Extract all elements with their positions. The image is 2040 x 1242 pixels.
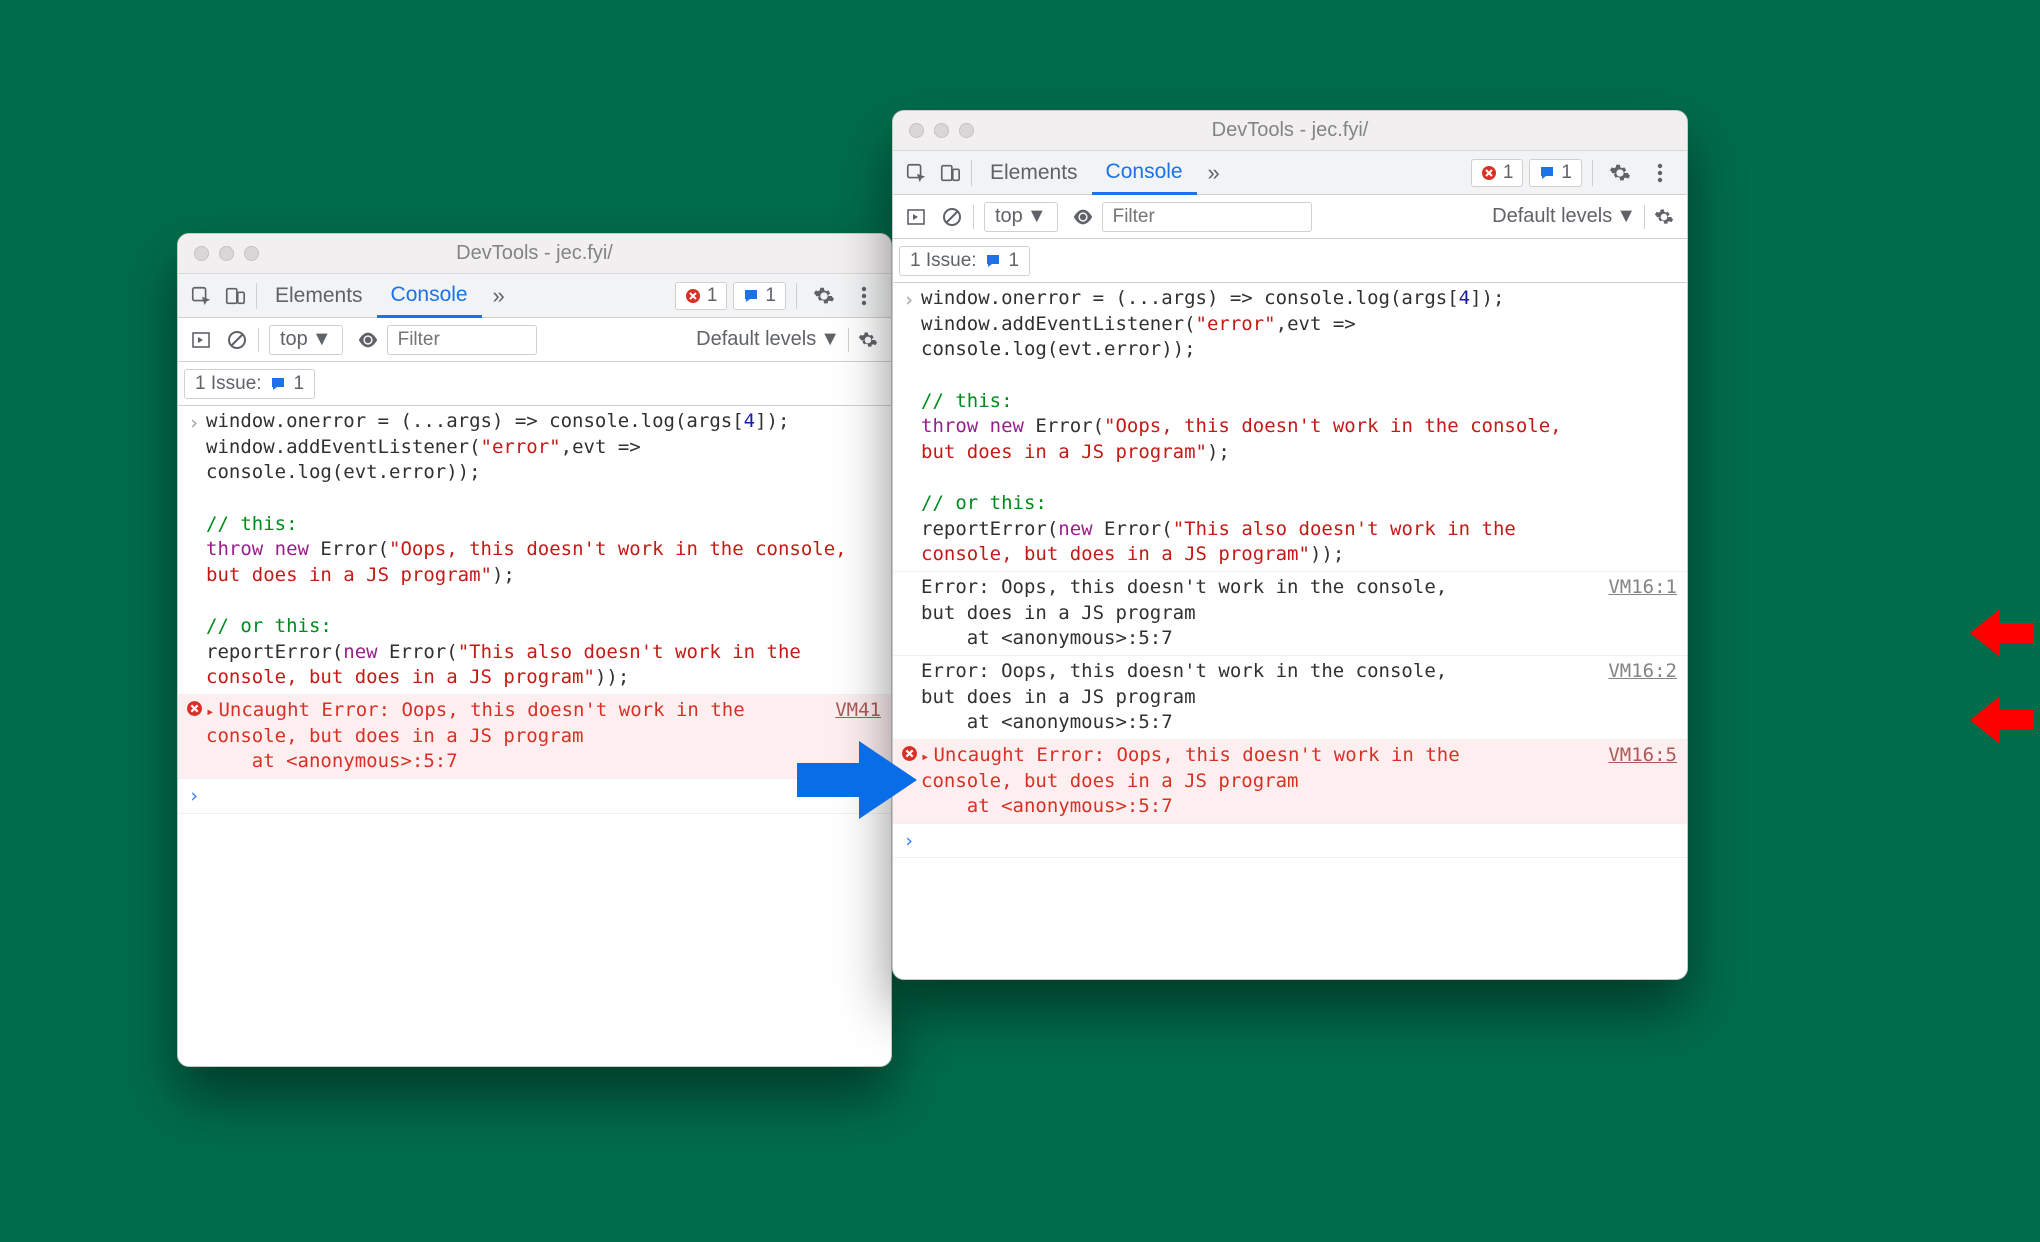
devtools-window-left: DevTools - jec.fyi/ Elements Console » 1… [177, 233, 892, 1067]
arrow-left-icon [1970, 609, 2034, 657]
source-link[interactable]: VM16:2 [1594, 659, 1677, 736]
more-tabs-icon[interactable]: » [1197, 156, 1231, 190]
levels-label: Default levels [696, 328, 816, 351]
error-count-badge[interactable]: 1 [1471, 159, 1524, 187]
gear-icon[interactable] [807, 279, 841, 313]
issues-chip[interactable]: 1 Issue: 1 [184, 369, 315, 399]
chevron-down-icon: ▼ [1027, 205, 1047, 228]
context-label: top [995, 205, 1023, 228]
device-toolbar-icon[interactable] [218, 279, 252, 313]
toggle-sidebar-icon[interactable] [184, 323, 218, 357]
tab-console[interactable]: Console [377, 275, 482, 318]
prompt-icon: › [182, 782, 206, 810]
code-block: window.onerror = (...args) => console.lo… [206, 409, 881, 691]
console-prompt[interactable]: › [178, 779, 891, 814]
traffic-lights[interactable] [893, 123, 974, 138]
issues-chip[interactable]: 1 Issue: 1 [899, 246, 1030, 276]
tab-strip: Elements Console » 1 1 [893, 151, 1687, 195]
console-log-row[interactable]: Error: Oops, this doesn't work in the co… [893, 656, 1687, 740]
traffic-lights[interactable] [178, 246, 259, 261]
console-content[interactable]: › window.onerror = (...args) => console.… [178, 406, 891, 1066]
issues-bar: 1 Issue: 1 [893, 239, 1687, 283]
levels-label: Default levels [1492, 205, 1612, 228]
message-count: 1 [1561, 162, 1572, 184]
error-message: Uncaught Error: Oops, this doesn't work … [921, 743, 1594, 820]
console-entry: › window.onerror = (...args) => console.… [893, 283, 1687, 572]
filter-input[interactable] [387, 325, 537, 355]
filter-input[interactable] [1102, 202, 1312, 232]
message-count: 1 [765, 285, 776, 307]
source-link[interactable]: VM16:1 [1594, 575, 1677, 652]
log-levels-selector[interactable]: Default levels ▼ [1486, 205, 1642, 228]
gear-icon[interactable] [1647, 200, 1681, 234]
live-expression-icon[interactable] [1066, 200, 1100, 234]
gear-icon[interactable] [851, 323, 885, 357]
minimize-icon[interactable] [219, 246, 234, 261]
error-count-badge[interactable]: 1 [675, 282, 728, 310]
issues-count: 1 [294, 373, 305, 395]
issues-count: 1 [1009, 250, 1020, 272]
chevron-down-icon: ▼ [312, 328, 332, 351]
devtools-window-right: DevTools - jec.fyi/ Elements Console » 1… [892, 110, 1688, 980]
clear-console-icon[interactable] [220, 323, 254, 357]
device-toolbar-icon[interactable] [933, 156, 967, 190]
input-marker-icon: › [897, 286, 921, 568]
message-count-badge[interactable]: 1 [733, 282, 786, 310]
close-icon[interactable] [194, 246, 209, 261]
console-filter-bar: top ▼ Default levels ▼ [178, 318, 891, 362]
console-entry: › window.onerror = (...args) => console.… [178, 406, 891, 695]
error-icon [182, 698, 206, 775]
more-tabs-icon[interactable]: » [482, 279, 516, 313]
prompt-icon: › [897, 827, 921, 855]
error-message: Uncaught Error: Oops, this doesn't work … [206, 698, 821, 775]
chevron-down-icon: ▼ [1616, 205, 1636, 228]
live-expression-icon[interactable] [351, 323, 385, 357]
tab-console[interactable]: Console [1092, 152, 1197, 195]
log-message: Error: Oops, this doesn't work in the co… [921, 659, 1594, 736]
zoom-icon[interactable] [244, 246, 259, 261]
error-count: 1 [707, 285, 718, 307]
toggle-sidebar-icon[interactable] [899, 200, 933, 234]
context-selector[interactable]: top ▼ [269, 325, 343, 355]
issues-label: 1 Issue: [195, 373, 262, 395]
source-link[interactable]: VM16:5 [1594, 743, 1677, 820]
tab-elements[interactable]: Elements [261, 274, 377, 317]
console-content[interactable]: › window.onerror = (...args) => console.… [893, 283, 1687, 979]
window-title: DevTools - jec.fyi/ [893, 119, 1687, 142]
code-block: window.onerror = (...args) => console.lo… [921, 286, 1677, 568]
input-marker-icon: › [182, 409, 206, 691]
console-log-row[interactable]: Error: Oops, this doesn't work in the co… [893, 572, 1687, 656]
issues-bar: 1 Issue: 1 [178, 362, 891, 406]
console-prompt[interactable]: › [893, 824, 1687, 859]
issues-label: 1 Issue: [910, 250, 977, 272]
inspect-element-icon[interactable] [899, 156, 933, 190]
context-label: top [280, 328, 308, 351]
arrow-left-icon [1970, 696, 2034, 744]
log-message: Error: Oops, this doesn't work in the co… [921, 575, 1594, 652]
chevron-down-icon: ▼ [820, 328, 840, 351]
titlebar: DevTools - jec.fyi/ [178, 234, 891, 274]
kebab-icon[interactable] [847, 279, 881, 313]
kebab-icon[interactable] [1643, 156, 1677, 190]
window-title: DevTools - jec.fyi/ [178, 242, 891, 265]
tab-elements[interactable]: Elements [976, 151, 1092, 194]
console-filter-bar: top ▼ Default levels ▼ [893, 195, 1687, 239]
message-count-badge[interactable]: 1 [1529, 159, 1582, 187]
inspect-element-icon[interactable] [184, 279, 218, 313]
console-error-row[interactable]: Uncaught Error: Oops, this doesn't work … [893, 740, 1687, 824]
error-count: 1 [1503, 162, 1514, 184]
titlebar: DevTools - jec.fyi/ [893, 111, 1687, 151]
minimize-icon[interactable] [934, 123, 949, 138]
tab-strip: Elements Console » 1 1 [178, 274, 891, 318]
gear-icon[interactable] [1603, 156, 1637, 190]
arrow-right-icon [797, 735, 917, 825]
clear-console-icon[interactable] [935, 200, 969, 234]
console-error-row[interactable]: Uncaught Error: Oops, this doesn't work … [178, 695, 891, 779]
log-levels-selector[interactable]: Default levels ▼ [690, 328, 846, 351]
context-selector[interactable]: top ▼ [984, 202, 1058, 232]
close-icon[interactable] [909, 123, 924, 138]
zoom-icon[interactable] [959, 123, 974, 138]
